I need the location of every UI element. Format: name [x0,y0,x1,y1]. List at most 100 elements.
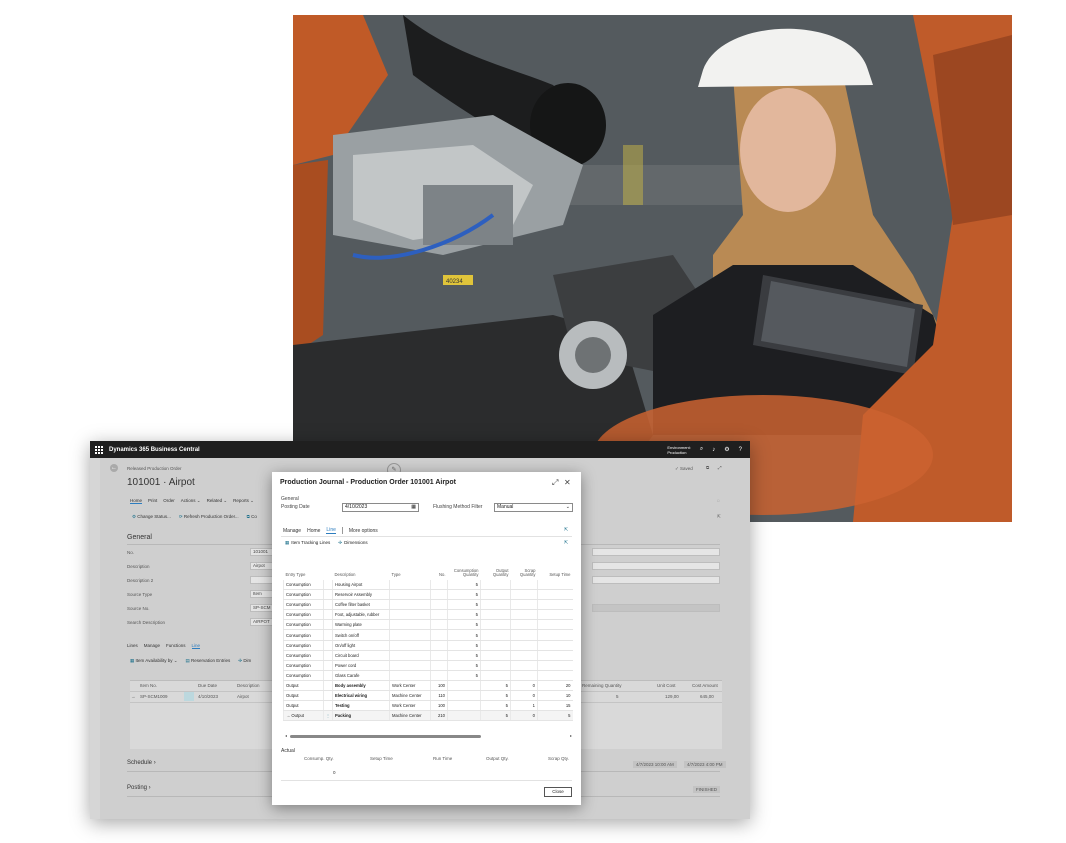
expand-icon[interactable]: ⤢ [552,478,558,488]
calendar-icon[interactable]: ▦ [411,504,416,511]
col-no[interactable]: No. [431,564,448,580]
grid-body: Consumption Housing Airpot 5 Consumption Res… [283,580,573,722]
field-right-2[interactable] [592,562,720,570]
cell-no: 100 [430,700,448,712]
row-menu-icon[interactable]: ⋮ [323,710,333,722]
table-row[interactable]: Consumption Power cord 5 [283,660,573,671]
refresh-order-button[interactable]: ⟳ Refresh Production Order... [179,514,239,520]
col-type[interactable]: Type [390,564,431,580]
cell-setup: 20 [537,680,573,692]
open-new-window-icon[interactable]: ⧉ [706,465,709,470]
pin-icon[interactable]: ⇱ [564,540,568,546]
table-row[interactable]: Consumption Housing Airpot 5 [283,580,573,591]
tab-line[interactable]: Line [326,527,336,534]
posting-date-input[interactable]: 4/10/2023 ▦ [342,503,419,512]
cell-setup [537,640,573,651]
environment-label[interactable]: Environment: Production [667,445,691,455]
cell-desc: Foot, adjustable, rubber [332,609,390,621]
field-right-3[interactable] [592,576,720,584]
horizontal-scrollbar[interactable]: ◂ ▸ [285,733,572,738]
posting-section-header[interactable]: Posting › [127,785,151,791]
tab-functions[interactable]: Functions [166,643,186,649]
dimensions-button[interactable]: ✣ Dim [238,658,251,664]
table-row[interactable]: Consumption Circuit board 5 [283,650,573,661]
dimensions-button[interactable]: ✣ Dimensions [338,540,367,546]
table-row[interactable]: Consumption Coffee filter basket 5 [283,599,573,611]
cell-setup [537,629,573,641]
tab-lines[interactable]: Lines [127,643,138,649]
menu-reports[interactable]: Reports ⌄ [233,498,254,504]
divider [281,780,572,781]
close-button[interactable]: Close [544,787,572,797]
cell-cons: 5 [447,640,481,651]
divider [281,536,572,537]
col-consumption-qty[interactable]: Consumption Quantity [448,564,481,580]
cell-setup [537,670,573,681]
flushing-method-select[interactable]: Manual ⌄ [494,503,573,512]
table-row[interactable]: Consumption Warming plate 5 [283,619,573,631]
actual-section-label: Actual [281,748,295,754]
table-row[interactable]: Consumption Reservoir Assembly 5 [283,589,573,601]
menu-print[interactable]: Print [148,498,157,504]
expand-icon[interactable]: ⤢ [718,465,722,470]
close-icon[interactable]: ✕ [564,478,571,487]
tab-home[interactable]: Home [307,528,320,534]
menu-order[interactable]: Order [163,498,175,504]
menu-actions[interactable]: Actions ⌄ [181,498,201,504]
table-row[interactable]: → Output ⋮ Packing Machine Center 210 5 0 5 [283,710,573,722]
dialog-tabs: Manage Home Line More options [283,527,378,534]
col-output-qty[interactable]: Output Quantity [481,564,511,580]
tab-line[interactable]: Line [191,643,201,649]
bell-icon[interactable]: ♪ [712,447,715,453]
field-right-1[interactable] [592,548,720,556]
general-section-header[interactable]: General [127,534,152,541]
cell-no [430,589,448,601]
row-arrow-icon: → [286,713,292,719]
tab-manage[interactable]: Manage [144,643,160,649]
table-row[interactable]: Consumption Glass Carafe 5 [283,670,573,681]
table-row[interactable]: Consumption On/off light 5 [283,640,573,651]
table-row[interactable]: Consumption Switch on/off 5 [283,629,573,641]
row-spacer [323,580,333,591]
item-tracking-lines-button[interactable]: ▦ Item Tracking Lines [285,540,330,546]
table-row[interactable]: Output Electrical wiring Machine Center 110… [283,690,573,702]
change-status-button[interactable]: ⚙ Change Status... [132,514,171,520]
copy-button[interactable]: ⧉ Co [247,514,257,520]
table-row[interactable]: Consumption Foot, adjustable, rubber 5 [283,609,573,621]
menu-related[interactable]: Related ⌄ [207,498,228,504]
table-row[interactable]: Output Body assembly Work Center 100 5 0 20 [283,680,573,692]
col-description[interactable]: Description [333,564,390,580]
col-entry-type[interactable]: Entry Type [284,564,324,580]
table-row[interactable]: Output Testing Work Center 100 5 1 15 [283,700,573,712]
tab-manage[interactable]: Manage [283,528,301,534]
col-scrap-qty[interactable]: Scrap Quantity [511,564,538,580]
dialog-actions: ▦ Item Tracking Lines ✣ Dimensions [285,540,368,546]
scroll-thumb[interactable] [290,735,481,738]
row-menu-icon[interactable] [184,692,194,701]
field-label-search-description: Search Description [127,620,166,625]
divider [341,527,343,534]
info-icon[interactable]: ◌ [717,498,720,503]
cell-scrap [510,589,538,601]
pin-icon[interactable]: ⇱ [717,514,721,520]
help-icon[interactable]: ? [739,447,742,453]
search-icon[interactable]: ⌕ [700,446,703,453]
schedule-section-header[interactable]: Schedule › [127,760,156,766]
cell-no [430,640,448,651]
reservation-entries-button[interactable]: ▤ Reservation Entries [185,658,230,664]
scroll-left-icon[interactable]: ◂ [285,733,287,738]
gear-icon[interactable]: ⚙ [724,446,729,453]
item-availability-button[interactable]: ▦ Item Availability by ⌄ [130,658,177,664]
scroll-right-icon[interactable]: ▸ [570,733,572,738]
field-right-4[interactable] [592,604,720,612]
cell-setup [537,580,573,591]
back-icon[interactable]: ← [110,464,118,472]
more-options-button[interactable]: More options [349,528,378,534]
cell-out [480,619,511,631]
waffle-icon[interactable] [95,445,103,454]
share-icon[interactable]: ⇱ [564,527,568,533]
menu-home[interactable]: Home [130,498,143,504]
col-setup-time[interactable]: Setup Time [538,564,573,580]
cell-entry: Consumption [283,619,324,631]
cell-entry: Consumption [283,599,324,611]
